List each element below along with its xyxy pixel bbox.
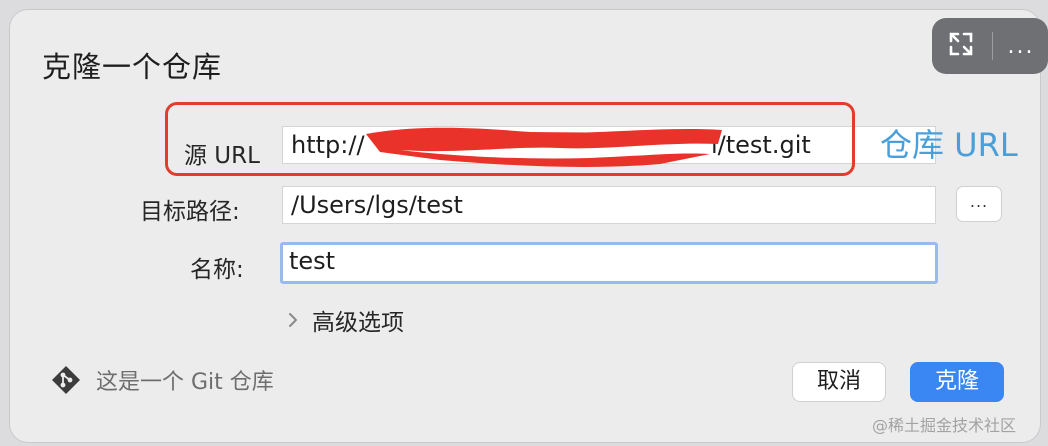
advanced-options-toggle[interactable]: 高级选项	[286, 303, 404, 337]
chevron-right-icon	[286, 308, 306, 332]
dialog-title: 克隆一个仓库	[42, 50, 223, 84]
git-icon	[50, 364, 82, 396]
annotation-label: 仓库 URL	[880, 126, 1018, 164]
watermark: @稀土掘金技术社区	[872, 416, 1017, 435]
git-status-text: 这是一个 Git 仓库	[96, 370, 274, 395]
git-status: 这是一个 Git 仓库	[50, 364, 274, 396]
clone-button[interactable]: 克隆	[910, 362, 1004, 402]
name-field[interactable]: test	[280, 242, 938, 284]
toolbar-separator	[992, 32, 993, 60]
cancel-button[interactable]: 取消	[792, 362, 886, 402]
expand-icon	[948, 31, 974, 61]
highlight-box	[165, 102, 855, 176]
more-button[interactable]: ...	[994, 18, 1048, 74]
more-icon: ...	[1007, 33, 1035, 59]
image-toolbar: ...	[932, 18, 1048, 74]
browse-button[interactable]: ...	[956, 186, 1002, 222]
target-path-label: 目标路径:	[140, 199, 240, 225]
target-path-field[interactable]: /Users/lgs/test	[282, 186, 936, 224]
expand-button[interactable]	[932, 18, 990, 74]
name-label: 名称:	[190, 257, 244, 283]
advanced-options-label: 高级选项	[312, 310, 404, 336]
